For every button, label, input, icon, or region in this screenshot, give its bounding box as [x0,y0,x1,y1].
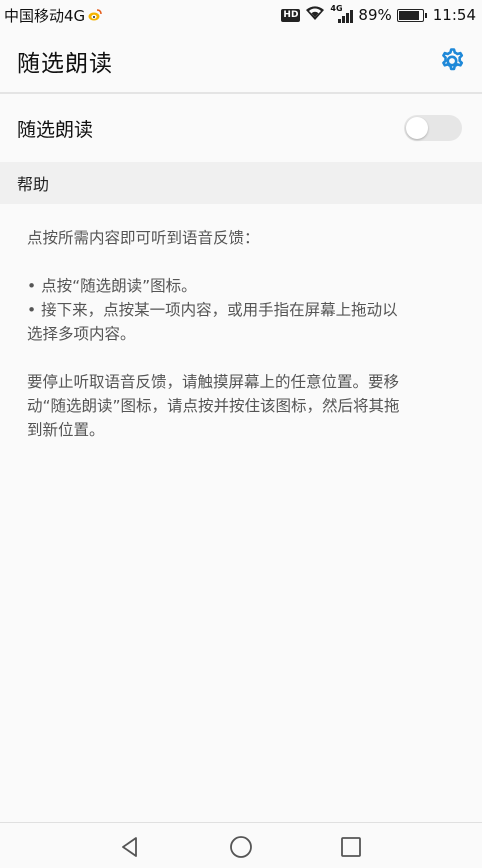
help-body: 点按所需内容即可听到语音反馈： • 点按“随选朗读”图标。 • 接下来，点按某一… [27,226,467,442]
app-bar: 随选朗读 [0,30,482,94]
network-type-label: 4G [330,4,343,13]
help-section-header: 帮助 [0,162,482,204]
hd-badge: HD [281,8,301,22]
settings-button[interactable] [436,45,468,77]
cell-signal-icon: 4G [330,4,354,23]
recents-square-icon [341,837,361,857]
back-button[interactable] [118,835,142,859]
home-circle-icon [230,836,252,858]
help-bullet-2-line-1: • 接下来，点按某一项内容，或用手指在屏幕上拖动以 [27,301,398,319]
toggle-label: 随选朗读 [17,118,94,141]
gear-icon [442,48,464,71]
battery-fill [398,10,420,20]
weibo-notification-icon [88,8,102,22]
battery-percent: 89% [358,6,392,24]
back-triangle-icon [122,837,137,857]
help-paragraph-line-3: 到新位置。 [27,421,105,439]
help-intro: 点按所需内容即可听到语音反馈： [27,229,260,247]
status-right: HD 4G 89% 11:54 [281,4,476,25]
switch-knob [406,117,428,139]
clock: 11:54 [432,6,476,24]
help-paragraph-line-1: 要停止听取语音反馈，请触摸屏幕上的任意位置。要移 [27,373,400,391]
select-to-speak-switch[interactable] [404,115,462,141]
help-bullet-2-line-2: 选择多项内容。 [27,325,136,343]
recents-button[interactable] [339,835,363,859]
battery-icon [396,8,427,22]
help-bullet-1: • 点按“随选朗读”图标。 [27,277,197,295]
status-left: 中国移动4G [4,5,102,26]
help-paragraph-line-2: 动“随选朗读”图标，请点按并按住该图标，然后将其拖 [27,397,400,415]
carrier-label: 中国移动4G [4,6,86,25]
navigation-bar [0,822,482,868]
home-button[interactable] [229,835,253,859]
status-bar: 中国移动4G HD 4G 89% 11:54 [0,0,482,30]
wifi-icon [305,5,325,25]
page-title: 随选朗读 [17,51,113,77]
select-to-speak-toggle-row[interactable]: 随选朗读 [0,96,482,160]
